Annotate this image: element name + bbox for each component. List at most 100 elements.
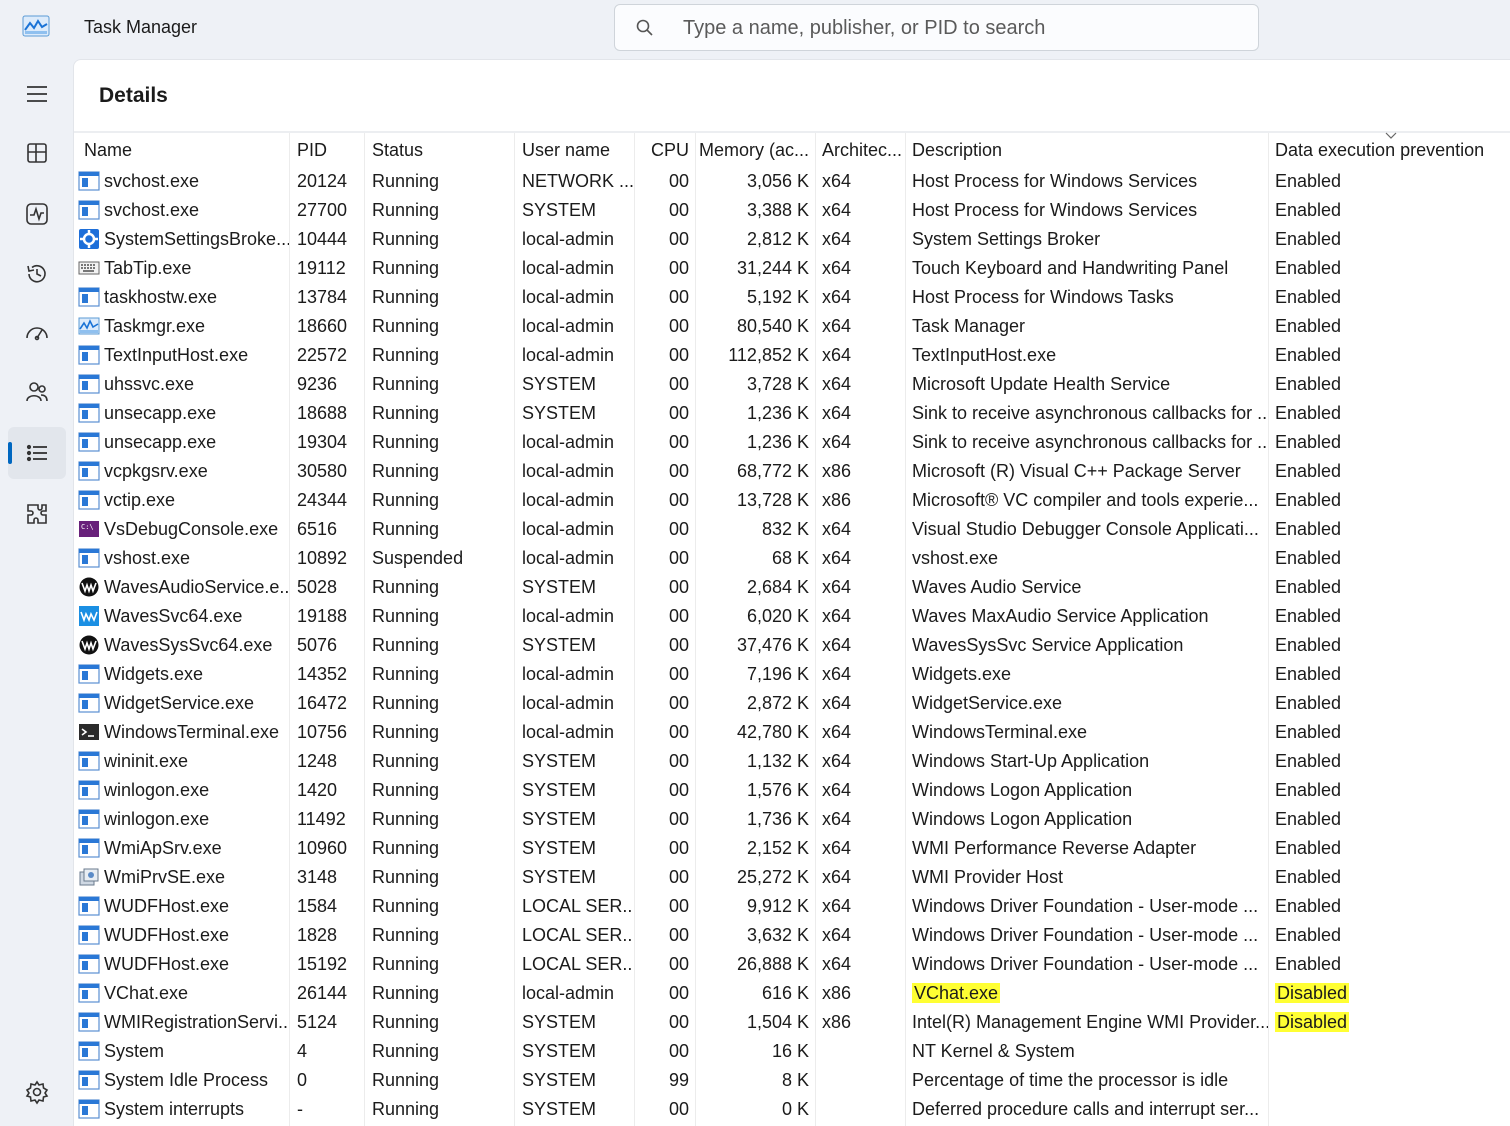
process-pid: 19188 bbox=[297, 606, 348, 626]
nav-processes[interactable] bbox=[8, 127, 66, 179]
table-row[interactable]: Widgets.exe 14352 Running local-admin 00 7,19… bbox=[74, 660, 1510, 689]
process-description: Touch Keyboard and Handwriting Panel bbox=[912, 258, 1229, 278]
process-name: winlogon.exe bbox=[104, 780, 210, 800]
nav-details[interactable] bbox=[8, 427, 66, 479]
table-row[interactable]: WavesSysSvc64.exe 5076 Running SYSTEM 00 37,4… bbox=[74, 631, 1510, 660]
table-row[interactable]: vcpkgsrv.exe 30580 Running local-admin 00 68,… bbox=[74, 457, 1510, 486]
process-cpu: 00 bbox=[668, 606, 689, 626]
process-window-icon bbox=[78, 925, 100, 945]
table-row[interactable]: vctip.exe 24344 Running local-admin 00 13,728… bbox=[74, 486, 1510, 515]
process-user: local-admin bbox=[522, 345, 615, 365]
process-window-icon bbox=[78, 171, 100, 191]
col-header-user-name[interactable]: User name bbox=[522, 133, 634, 167]
nav-services[interactable] bbox=[8, 488, 66, 540]
table-row[interactable]: C:\ VsDebugConsole.exe 6516 Running local-ad… bbox=[74, 515, 1510, 544]
nav-performance[interactable] bbox=[8, 188, 66, 240]
process-status: Running bbox=[372, 780, 440, 800]
process-dep: Enabled bbox=[1275, 577, 1342, 597]
hamburger-menu-button[interactable] bbox=[8, 68, 66, 120]
table-row[interactable]: WavesSvc64.exe 19188 Running local-admin 00 6… bbox=[74, 602, 1510, 631]
table-row[interactable]: winlogon.exe 1420 Running SYSTEM 00 1,576 K x6… bbox=[74, 776, 1510, 805]
process-dep: Enabled bbox=[1275, 229, 1342, 249]
table-row[interactable]: System 4 Running SYSTEM 00 16 K NT Kernel & Sy… bbox=[74, 1037, 1510, 1066]
process-memory: 3,056 K bbox=[746, 171, 809, 191]
table-row[interactable]: wininit.exe 1248 Running SYSTEM 00 1,132 K x64… bbox=[74, 747, 1510, 776]
process-memory: 37,476 K bbox=[736, 635, 809, 655]
process-pid: 0 bbox=[297, 1070, 308, 1090]
table-row[interactable]: WUDFHost.exe 1584 Running LOCAL SER... 00 9,9… bbox=[74, 892, 1510, 921]
process-cpu: 00 bbox=[668, 693, 689, 713]
table-row[interactable]: TabTip.exe 19112 Running local-admin 00 31,24… bbox=[74, 254, 1510, 283]
process-status: Running bbox=[372, 287, 440, 307]
table-row[interactable]: WindowsTerminal.exe 10756 Running local-adm… bbox=[74, 718, 1510, 747]
process-cpu: 00 bbox=[668, 983, 689, 1003]
process-pid: 19112 bbox=[297, 258, 346, 278]
nav-app-history[interactable] bbox=[8, 248, 66, 300]
col-header-architecture[interactable]: Architec... bbox=[822, 133, 905, 167]
process-name: VChat.exe bbox=[104, 983, 189, 1003]
table-row[interactable]: WMIRegistrationServi... 5124 Running SYSTEM… bbox=[74, 1008, 1510, 1037]
table-row[interactable]: WUDFHost.exe 15192 Running LOCAL SER... 00 26… bbox=[74, 950, 1510, 979]
process-window-icon bbox=[78, 345, 100, 365]
table-row[interactable]: TextInputHost.exe 22572 Running local-admin… bbox=[74, 341, 1510, 370]
table-row[interactable]: winlogon.exe 11492 Running SYSTEM 00 1,736 K x… bbox=[74, 805, 1510, 834]
table-row[interactable]: svchost.exe 27700 Running SYSTEM 00 3,388 K x6… bbox=[74, 196, 1510, 225]
process-name: Taskmgr.exe bbox=[104, 316, 206, 336]
process-status: Running bbox=[372, 432, 440, 452]
process-name: WMIRegistrationServi... bbox=[104, 1012, 289, 1032]
details-icon bbox=[26, 444, 47, 462]
process-dep: Enabled bbox=[1275, 606, 1342, 626]
table-row[interactable]: WmiPrvSE.exe 3148 Running SYSTEM 00 25,272 K x… bbox=[74, 863, 1510, 892]
table-row[interactable]: Taskmgr.exe 18660 Running local-admin 00 80,5… bbox=[74, 312, 1510, 341]
table-row[interactable]: WmiApSrv.exe 10960 Running SYSTEM 00 2,152 K x… bbox=[74, 834, 1510, 863]
search-box[interactable] bbox=[614, 4, 1259, 51]
table-row[interactable]: vshost.exe 10892 Suspended local-admin 00 68 … bbox=[74, 544, 1510, 573]
col-header-description[interactable]: Description bbox=[912, 133, 1268, 167]
process-dep: Enabled bbox=[1275, 751, 1342, 771]
col-header-memory[interactable]: Memory (ac... bbox=[696, 133, 809, 167]
users-icon bbox=[26, 382, 48, 402]
process-user: local-admin bbox=[522, 693, 615, 713]
table-row[interactable]: VChat.exe 26144 Running local-admin 00 616 K x… bbox=[74, 979, 1510, 1008]
app-history-icon bbox=[27, 264, 46, 283]
nav-users[interactable] bbox=[8, 366, 66, 418]
table-row[interactable]: unsecapp.exe 19304 Running local-admin 00 1,2… bbox=[74, 428, 1510, 457]
table-row[interactable]: WidgetService.exe 16472 Running local-admin… bbox=[74, 689, 1510, 718]
process-description: Host Process for Windows Tasks bbox=[912, 287, 1174, 307]
svg-text:C:\: C:\ bbox=[81, 523, 94, 531]
table-row[interactable]: WUDFHost.exe 1828 Running LOCAL SER... 00 3,6… bbox=[74, 921, 1510, 950]
nav-startup-apps[interactable] bbox=[8, 307, 66, 359]
search-input[interactable] bbox=[683, 13, 1243, 43]
col-header-dep[interactable]: Data execution prevention bbox=[1275, 133, 1510, 167]
table-row[interactable]: svchost.exe 20124 Running NETWORK ... 00 3,05… bbox=[74, 167, 1510, 196]
process-pid: 11492 bbox=[297, 809, 346, 829]
process-status: Running bbox=[372, 345, 440, 365]
process-status: Running bbox=[372, 490, 440, 510]
process-name: WidgetService.exe bbox=[104, 693, 255, 713]
table-row[interactable]: SystemSettingsBroke... 10444 Running local-… bbox=[74, 225, 1510, 254]
process-architecture: x64 bbox=[822, 867, 852, 887]
process-description: Percentage of time the processor is idle bbox=[912, 1070, 1229, 1090]
process-user: local-admin bbox=[522, 316, 615, 336]
process-status: Running bbox=[372, 606, 440, 626]
process-pid: 1828 bbox=[297, 925, 338, 945]
process-memory: 6,020 K bbox=[746, 606, 809, 626]
process-memory: 8 K bbox=[781, 1070, 809, 1090]
process-pid: 24344 bbox=[297, 490, 348, 510]
col-header-name[interactable]: Name bbox=[84, 133, 289, 167]
col-header-status[interactable]: Status bbox=[372, 133, 514, 167]
process-window-icon bbox=[78, 200, 100, 220]
process-architecture: x86 bbox=[822, 983, 852, 1003]
table-row[interactable]: uhssvc.exe 9236 Running SYSTEM 00 3,728 K x64 M… bbox=[74, 370, 1510, 399]
col-header-cpu[interactable]: CPU bbox=[635, 133, 689, 167]
table-row[interactable]: taskhostw.exe 13784 Running local-admin 00 5,… bbox=[74, 283, 1510, 312]
table-row[interactable]: unsecapp.exe 18688 Running SYSTEM 00 1,236 K x… bbox=[74, 399, 1510, 428]
col-header-pid[interactable]: PID bbox=[297, 133, 364, 167]
process-memory: 1,236 K bbox=[746, 432, 809, 452]
process-status: Running bbox=[372, 954, 440, 974]
process-dep: Enabled bbox=[1275, 403, 1342, 423]
nav-settings[interactable] bbox=[8, 1066, 66, 1118]
table-row[interactable]: System interrupts - Running SYSTEM 00 0 K Defe… bbox=[74, 1095, 1510, 1124]
table-row[interactable]: WavesAudioService.e... 5028 Running SYSTEM 0… bbox=[74, 573, 1510, 602]
table-row[interactable]: System Idle Process 0 Running SYSTEM 99 8 K Pe… bbox=[74, 1066, 1510, 1095]
